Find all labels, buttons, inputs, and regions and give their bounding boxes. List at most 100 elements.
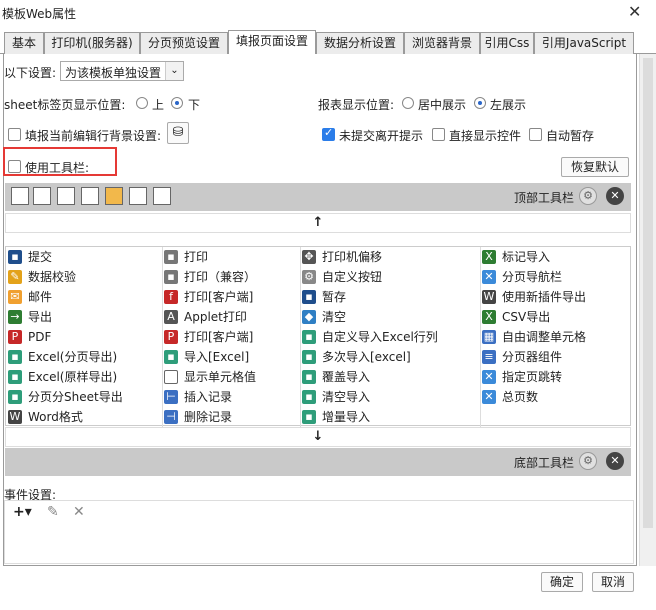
use-toolbar-checkbox[interactable]: [8, 160, 21, 173]
excel-icon: ▪: [8, 350, 22, 364]
restore-default-button[interactable]: 恢复默认: [561, 157, 629, 177]
excel-icon: X: [482, 250, 496, 264]
print-icon: ▪: [164, 250, 178, 264]
btn-print-compat[interactable]: ▪ 打印（兼容）: [162, 267, 256, 287]
tab-page-preview[interactable]: 分页预览设置: [140, 32, 228, 54]
btn-temp-save[interactable]: ▪ 暂存: [300, 287, 346, 307]
tab-css[interactable]: 引用Css: [480, 32, 534, 54]
import-icon: ▪: [164, 350, 178, 364]
btn-export[interactable]: → 导出: [6, 307, 52, 327]
btn-csv-export[interactable]: X CSV导出: [480, 307, 550, 327]
btn-goto-page[interactable]: ✕ 指定页跳转: [480, 367, 562, 387]
row-bg-checkbox[interactable]: [8, 128, 21, 141]
sheet-position-label: sheet标签页显示位置:: [4, 98, 126, 112]
top-toolbar: 顶部工具栏 ⚙ ✕: [5, 183, 631, 211]
btn-email[interactable]: ✉ 邮件: [6, 287, 52, 307]
tab-basic[interactable]: 基本: [4, 32, 44, 54]
scroll-thumb[interactable]: [643, 58, 653, 528]
export-icon[interactable]: [81, 187, 99, 205]
print-icon[interactable]: [57, 187, 75, 205]
page-icon[interactable]: [153, 187, 171, 205]
sheet-bottom-radio[interactable]: [171, 97, 183, 109]
bottom-toolbar-label: 底部工具栏: [514, 456, 575, 470]
btn-custom[interactable]: ⚙ 自定义按钮: [300, 267, 382, 287]
move-up-button[interactable]: ↑: [5, 213, 631, 233]
btn-insert-record[interactable]: ⊢ 插入记录: [162, 387, 232, 407]
import-icon: ▪: [302, 410, 316, 424]
verify-icon[interactable]: [33, 187, 51, 205]
tab-browser-bg[interactable]: 浏览器背景: [404, 32, 480, 54]
tab-javascript[interactable]: 引用JavaScript: [534, 32, 634, 54]
tab-printer-server[interactable]: 打印机(服务器): [44, 32, 140, 54]
gear-icon[interactable]: ⚙: [579, 187, 597, 205]
report-left-radio[interactable]: [474, 97, 486, 109]
report-center-radio[interactable]: [402, 97, 414, 109]
navigation-icon: ✕: [482, 370, 496, 384]
btn-print-client[interactable]: f 打印[客户端]: [162, 287, 253, 307]
gear-icon[interactable]: ⚙: [579, 452, 597, 470]
autosave-label: 自动暂存: [546, 129, 595, 143]
tab-fill-page[interactable]: 填报页面设置: [228, 30, 316, 55]
btn-applet-print[interactable]: A Applet打印: [162, 307, 247, 327]
sheet-top-radio[interactable]: [136, 97, 148, 109]
btn-submit[interactable]: ▪ 提交: [6, 247, 52, 267]
btn-pdf[interactable]: P PDF: [6, 327, 51, 347]
btn-excel-original[interactable]: ▪ Excel(原样导出): [6, 367, 117, 387]
mail-icon[interactable]: [105, 187, 123, 205]
btn-multi-import[interactable]: ▪ 多次导入[excel]: [300, 347, 411, 367]
scope-select[interactable]: 为该模板单独设置 ⌄: [60, 61, 184, 81]
btn-new-plugin-export[interactable]: W 使用新插件导出: [480, 287, 586, 307]
btn-incremental-import[interactable]: ▪ 增量导入: [300, 407, 370, 427]
autosave-checkbox[interactable]: [529, 128, 542, 141]
navigation-icon: ✕: [482, 390, 496, 404]
btn-clear-import[interactable]: ▪ 清空导入: [300, 387, 370, 407]
close-icon[interactable]: ✕: [606, 452, 624, 470]
move-icon: ✥: [302, 250, 316, 264]
btn-word[interactable]: W Word格式: [6, 407, 83, 427]
btn-clear[interactable]: ◆ 清空: [300, 307, 346, 327]
use-toolbar-label: 使用工具栏:: [25, 161, 90, 175]
btn-custom-import[interactable]: ▪ 自定义导入Excel行列: [300, 327, 438, 347]
btn-pager[interactable]: ≡ 分页器组件: [480, 347, 562, 367]
btn-free-adjust[interactable]: ▦ 自由调整单元格: [480, 327, 586, 347]
ok-button[interactable]: 确定: [541, 572, 583, 592]
events-list[interactable]: +▾ ✎ ✕: [4, 500, 634, 564]
import-icon: ▪: [302, 370, 316, 384]
btn-excel-page[interactable]: ▪ Excel(分页导出): [6, 347, 117, 367]
btn-print-client-2[interactable]: P 打印[客户端]: [162, 327, 253, 347]
btn-total-pages[interactable]: ✕ 总页数: [480, 387, 538, 407]
direct-show-checkbox[interactable]: [432, 128, 445, 141]
tab-data-analysis[interactable]: 数据分析设置: [316, 32, 404, 54]
btn-overwrite-import[interactable]: ▪ 覆盖导入: [300, 367, 370, 387]
btn-data-verify[interactable]: ✎ 数据校验: [6, 267, 76, 287]
gear-icon: ⚙: [302, 270, 316, 284]
applet-icon: A: [164, 310, 178, 324]
move-down-button[interactable]: ↓: [5, 427, 631, 447]
import-icon: ▪: [302, 330, 316, 344]
btn-show-cell[interactable]: 显示单元格值: [162, 367, 256, 387]
excel-icon: ▪: [8, 390, 22, 404]
word-icon: W: [482, 290, 496, 304]
paint-bucket-icon[interactable]: ⛁: [167, 122, 189, 144]
delete-icon[interactable]: ✕: [73, 504, 85, 520]
unsubmitted-checkbox[interactable]: [322, 126, 335, 141]
btn-delete-record[interactable]: ⊣ 删除记录: [162, 407, 232, 427]
btn-mark-import[interactable]: X 标记导入: [480, 247, 550, 267]
vertical-scrollbar[interactable]: [639, 54, 656, 566]
btn-import-excel[interactable]: ▪ 导入[Excel]: [162, 347, 249, 367]
add-icon[interactable]: +▾: [13, 504, 32, 520]
submit-icon[interactable]: [11, 187, 29, 205]
insert-icon[interactable]: [129, 187, 147, 205]
btn-sheet-export[interactable]: ▪ 分页分Sheet导出: [6, 387, 123, 407]
pencil-icon: ✎: [8, 270, 22, 284]
btn-page-nav[interactable]: ✕ 分页导航栏: [480, 267, 562, 287]
btn-print[interactable]: ▪ 打印: [162, 247, 208, 267]
chevron-down-icon: ⌄: [165, 62, 183, 80]
btn-printer-offset[interactable]: ✥ 打印机偏移: [300, 247, 382, 267]
edit-icon[interactable]: ✎: [47, 504, 59, 520]
delete-row-icon: ⊣: [164, 410, 178, 424]
pdf-icon: P: [164, 330, 178, 344]
cancel-button[interactable]: 取消: [592, 572, 634, 592]
close-icon[interactable]: ✕: [628, 2, 641, 21]
close-icon[interactable]: ✕: [606, 187, 624, 205]
